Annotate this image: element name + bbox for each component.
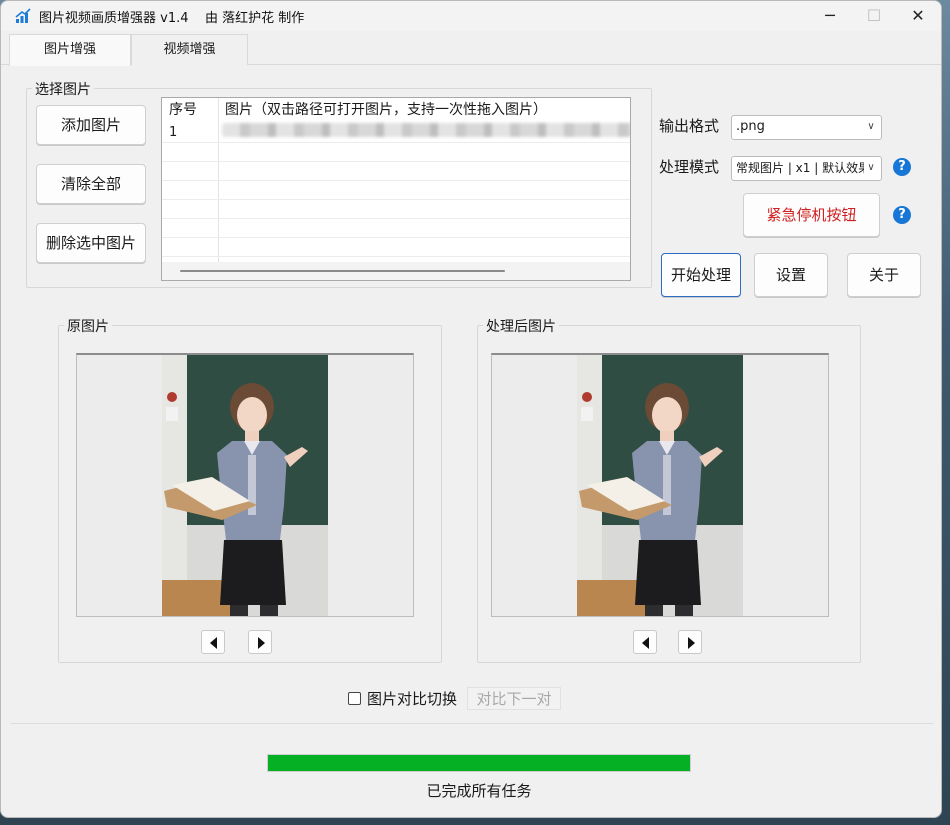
image-list-table[interactable]: 序号 图片（双击路径可打开图片，支持一次性拖入图片） 1	[161, 97, 631, 281]
tab-strip: 图片增强 视频增强	[1, 31, 941, 66]
column-header-path[interactable]: 图片（双击路径可打开图片，支持一次性拖入图片）	[218, 98, 630, 122]
chevron-down-icon: ∨	[867, 162, 875, 173]
compare-toggle-label[interactable]: 图片对比切换	[367, 688, 457, 709]
original-image-title: 原图片	[64, 316, 112, 336]
emergency-stop-button[interactable]: 紧急停机按钮	[743, 193, 880, 237]
progress-bar	[267, 754, 691, 772]
tab-image-enhance[interactable]: 图片增强	[9, 34, 131, 66]
row-divider	[162, 180, 630, 181]
row-divider	[162, 237, 630, 238]
emergency-help-icon[interactable]: ?	[893, 206, 911, 224]
output-format-label: 输出格式	[659, 117, 720, 135]
arrow-right-icon	[258, 637, 265, 649]
compare-next-pair-button[interactable]: 对比下一对	[467, 687, 561, 710]
table-row-index[interactable]: 1	[162, 124, 218, 142]
maximize-button[interactable]: ☐	[851, 1, 897, 31]
output-format-select[interactable]: .png ∨	[731, 115, 882, 140]
status-text: 已完成所有任务	[426, 782, 532, 800]
output-format-value: .png	[736, 119, 765, 134]
progress-bar-fill	[268, 755, 690, 771]
minimize-button[interactable]: ─	[807, 1, 853, 31]
select-images-title: 选择图片	[32, 79, 94, 99]
original-next-button[interactable]	[248, 630, 272, 654]
arrow-left-icon	[210, 637, 217, 649]
tab-video-enhance[interactable]: 视频增强	[131, 34, 248, 65]
clear-all-button[interactable]: 清除全部	[36, 164, 146, 204]
row-divider	[162, 218, 630, 219]
app-window: 图片视频画质增强器 v1.4 由 落红护花 制作 ─ ☐ ✕ 图片增强 视频增强…	[0, 0, 942, 818]
arrow-right-icon	[688, 637, 695, 649]
processed-next-button[interactable]	[678, 630, 702, 654]
original-image-preview[interactable]	[76, 353, 414, 617]
about-button[interactable]: 关于	[847, 253, 921, 297]
processed-image-preview[interactable]	[491, 353, 829, 617]
processing-mode-select[interactable]: 常规图片 | x1 | 默认效果 ∨	[731, 156, 882, 181]
compare-toggle-checkbox[interactable]	[348, 692, 361, 705]
original-photo	[162, 355, 328, 616]
section-divider	[11, 723, 933, 724]
app-logo-icon	[15, 8, 31, 23]
row-divider	[162, 256, 630, 257]
processing-mode-label: 处理模式	[659, 158, 720, 176]
delete-selected-button[interactable]: 删除选中图片	[36, 223, 146, 263]
row-divider	[162, 161, 630, 162]
close-button[interactable]: ✕	[895, 1, 941, 31]
row-divider	[162, 142, 630, 143]
arrow-left-icon	[642, 637, 649, 649]
add-images-button[interactable]: 添加图片	[36, 105, 146, 145]
column-header-index[interactable]: 序号	[162, 98, 218, 122]
processed-prev-button[interactable]	[633, 630, 657, 654]
title-bar: 图片视频画质增强器 v1.4 由 落红护花 制作 ─ ☐ ✕	[1, 1, 941, 31]
portrait-illustration	[577, 355, 743, 616]
start-processing-button[interactable]: 开始处理	[661, 253, 741, 297]
portrait-illustration	[162, 355, 328, 616]
row-divider	[162, 199, 630, 200]
processed-image-title: 处理后图片	[483, 316, 559, 336]
chevron-down-icon: ∨	[867, 121, 875, 132]
processing-mode-value: 常规图片 | x1 | 默认效果	[736, 161, 864, 175]
mode-help-icon[interactable]: ?	[893, 158, 911, 176]
horizontal-scrollbar-thumb[interactable]	[180, 270, 505, 272]
blurred-image-path[interactable]	[222, 123, 630, 137]
window-title: 图片视频画质增强器 v1.4 由 落红护花 制作	[39, 11, 305, 26]
original-prev-button[interactable]	[201, 630, 225, 654]
processed-photo	[577, 355, 743, 616]
settings-button[interactable]: 设置	[754, 253, 828, 297]
